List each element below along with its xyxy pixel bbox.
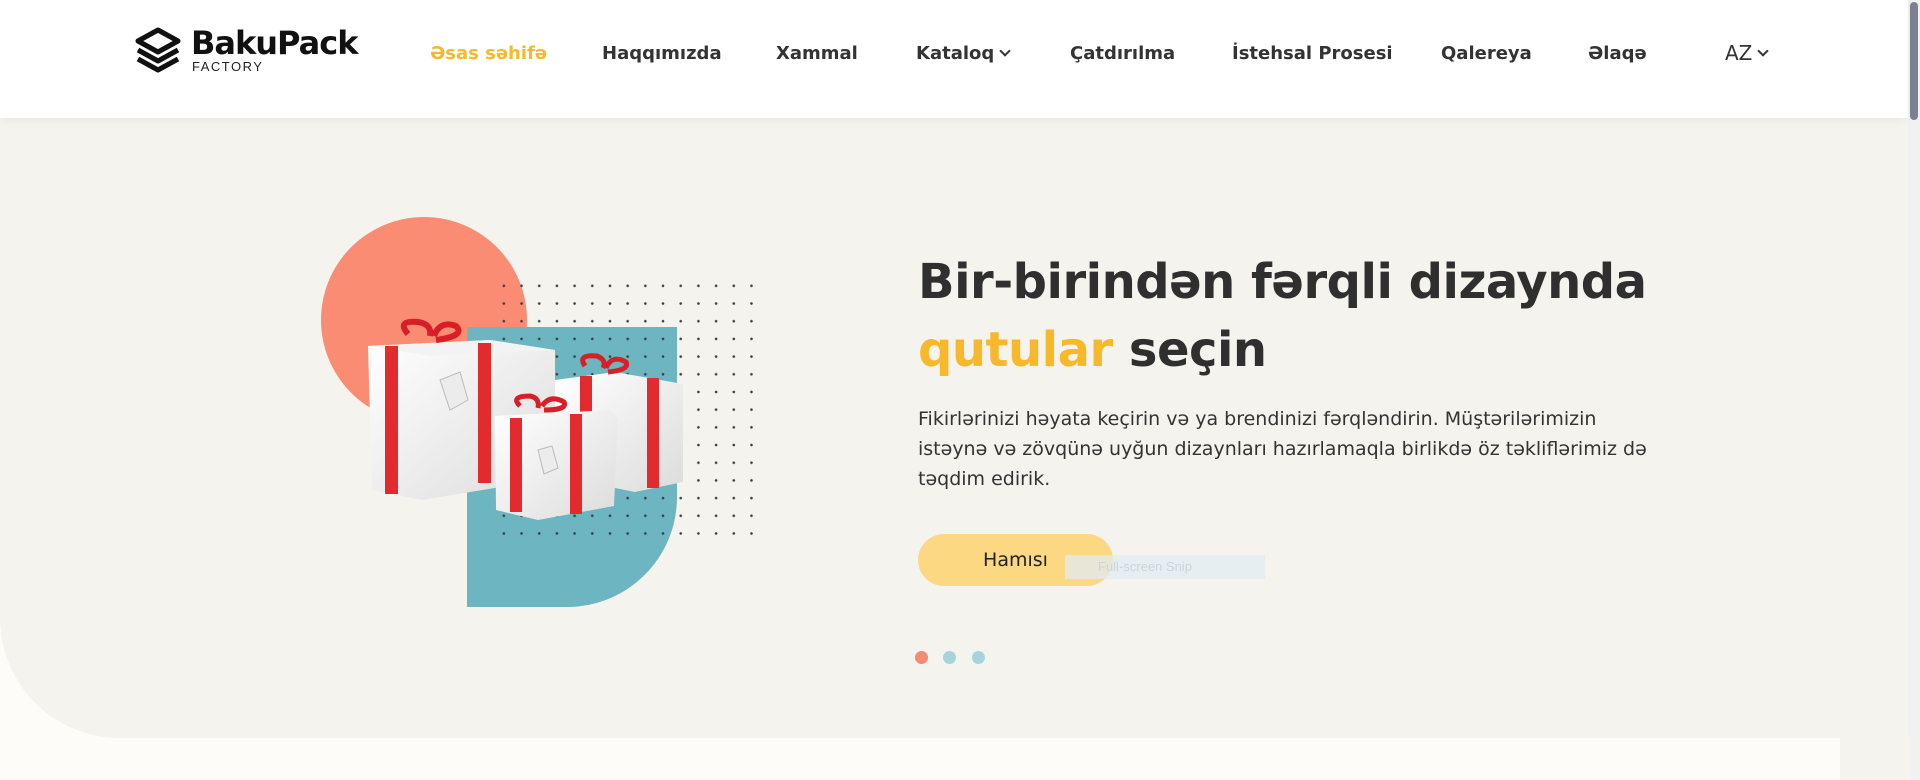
language-selector[interactable]: AZ [1725, 40, 1770, 66]
hero-title: Bir-birindən fərqli dizaynda qutular seç… [918, 248, 1647, 384]
gift-boxes-image [368, 318, 683, 520]
nav-item-contact[interactable]: Əlaqə [1588, 40, 1647, 66]
slider-dot-3[interactable] [972, 651, 985, 664]
brand-name: BakuPack [191, 24, 358, 62]
snip-overlay: Full-screen Snip [1065, 555, 1265, 579]
language-label: AZ [1725, 41, 1753, 65]
nav-item-gallery[interactable]: Qalereya [1441, 40, 1532, 66]
next-section [0, 738, 1908, 780]
brand-subtitle: FACTORY [192, 59, 264, 74]
hero-title-line1: Bir-birindən fərqli dizaynda [918, 254, 1647, 310]
hero-title-accent: qutular [918, 322, 1113, 378]
nav-item-catalog-label: Kataloq [916, 42, 995, 64]
nav-item-delivery[interactable]: Çatdırılma [1070, 40, 1175, 66]
chevron-down-icon [1757, 45, 1770, 57]
site-header: BakuPack FACTORY Əsas səhifə Haqqımızda … [0, 0, 1908, 118]
chevron-down-icon [999, 45, 1011, 57]
nav-item-home[interactable]: Əsas səhifə [430, 40, 547, 66]
slider-dot-1[interactable] [915, 651, 928, 664]
nav-item-catalog[interactable]: Kataloq [916, 40, 1011, 66]
scrollbar[interactable] [1908, 0, 1920, 780]
slider-dot-2[interactable] [943, 651, 956, 664]
nav-item-about[interactable]: Haqqımızda [602, 40, 722, 66]
nav-item-materials[interactable]: Xammal [776, 40, 858, 66]
hero-description: Fikirlərinizi həyata keçirin və ya brend… [918, 408, 1647, 490]
scroll-thumb[interactable] [1910, 2, 1918, 120]
hero-title-rest: seçin [1128, 322, 1267, 378]
bakupack-logo-icon [135, 27, 181, 73]
brand-logo[interactable]: BakuPack FACTORY [133, 24, 358, 78]
nav-item-production[interactable]: İstehsal Prosesi [1232, 40, 1393, 66]
hero-curve-right [1840, 736, 1910, 780]
